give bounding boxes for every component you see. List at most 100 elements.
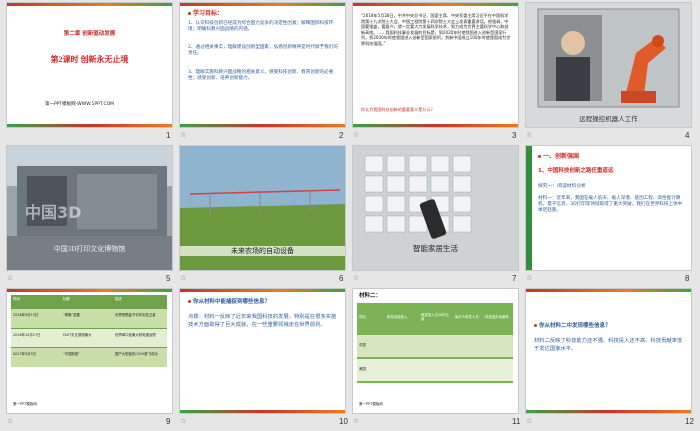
slide-number: 3: [512, 131, 517, 140]
bullet-icon: [534, 324, 537, 327]
table-cell: 中国: [359, 343, 366, 347]
slide-number: 5: [166, 274, 171, 283]
section-heading: 一、创新强国: [538, 154, 579, 160]
question-text-content: 你从材料中能捕捉到哪些信息？: [193, 299, 271, 305]
table-row: 中国: [357, 335, 513, 357]
explore-item: 探究一：阅读材料分析: [538, 184, 586, 189]
table-cell: 世界首颗量子科学实验卫星: [115, 313, 156, 317]
slide-number: 12: [685, 417, 694, 426]
material-paragraph: “2018年5月28日，中共中央总书记、国家主席、中央军委主席习近平在中国科学院…: [361, 13, 511, 46]
table-row: 2016年10月17日 FAST天文观测最大 世界单口径最大射电望远镜: [11, 329, 167, 347]
svg-text:中国3D: 中国3D: [25, 203, 81, 222]
decor-stripe: [180, 124, 345, 127]
star-icon: ☆: [180, 274, 187, 282]
table-cell: 美国: [359, 367, 366, 371]
slide-number: 4: [685, 131, 690, 140]
star-icon: ☆: [353, 417, 360, 425]
table-cell: “中国制造”: [63, 352, 81, 356]
site-footer: 第一PPT模板网: [359, 402, 383, 406]
slide-number: 9: [166, 417, 171, 426]
star-icon: ☆: [526, 417, 533, 425]
chapter-title: 第二章 创新驱动发展: [63, 31, 116, 37]
answer-text: 材料二反映了科技能力还不强、科技投入还不高、科技贡献率低于发达国家水平。: [534, 338, 683, 352]
decor-stripe: [7, 124, 172, 127]
table-row: 美国: [357, 359, 513, 381]
slide-number: 6: [339, 274, 344, 283]
answer-text: 点拨：材料一反映了近年来我国科技的发展，特别是在很多实施技术方面取得了巨大成就，…: [188, 314, 337, 328]
table-cell: 世界单口径最大射电望远镜: [115, 333, 156, 337]
slide-thumbnail-10[interactable]: 你从材料中能捕捉到哪些信息？ 点拨：材料一反映了近年来我国科技的发展，特别是在很…: [180, 289, 345, 413]
objective-item-2: 2、通过相关事实，理解建设创新型国家，弘扬创新精神是时代赋予我们的责任。: [188, 45, 338, 56]
table-header: 研发经费投入: [387, 315, 408, 319]
decor-stripe: [180, 410, 345, 413]
data-table: 时间 标题 描述 2016年9月15日 “嫦娥”重要 世界首颗量子科学实验卫星 …: [11, 295, 167, 367]
slide-number: 11: [512, 417, 521, 426]
decor-bar: [526, 146, 532, 270]
slide-thumbnail-8[interactable]: 一、创新强国 1、中国科技创新之路任重道远 探究一：阅读材料分析 材料一：近年来…: [526, 146, 691, 270]
bullet-icon: [538, 155, 541, 158]
data-table: 项目 研发经费投入 研发投入占GDP比重 每万人研发人员 科技进步贡献率 中国 …: [357, 303, 513, 383]
star-icon: ☆: [180, 131, 187, 139]
site-footer: 第一PPT模板网: [13, 402, 37, 406]
material-item: 材料一：近年来，我国在载人航天、载人深潜、基因工程、高性能计算机、量子信息、3D…: [538, 196, 683, 213]
question-text: 你从材料二中发现哪些信息？: [534, 323, 611, 329]
slide-number: 10: [339, 417, 348, 426]
objectives-heading-text: 学习目标：: [193, 10, 224, 17]
table-header: 项目: [359, 315, 366, 319]
slide-caption: 远程操控机器人工作: [579, 116, 638, 123]
table-row: 2016年9月15日 “嫦娥”重要 世界首颗量子科学实验卫星: [11, 309, 167, 328]
site-footer: 第一PPT模板网-WWW.1PPT.COM: [45, 102, 115, 107]
star-icon: ☆: [353, 274, 360, 282]
slide-thumbnail-3[interactable]: “2018年5月28日，中共中央总书记、国家主席、中央军委主席习近平在中国科学院…: [353, 3, 518, 127]
table-cell: FAST天文观测最大: [63, 333, 92, 337]
slide-thumbnail-4[interactable]: 远程操控机器人工作: [526, 3, 691, 127]
slide-number: 7: [512, 274, 517, 283]
decor-stripe: [526, 410, 691, 413]
star-icon: ☆: [180, 417, 187, 425]
decor-stripe: [7, 3, 172, 6]
decor-stripe: [180, 289, 345, 292]
table-cell: “嫦娥”重要: [63, 313, 81, 317]
question-text: 你从材料中能捕捉到哪些信息？: [188, 299, 270, 305]
bullet-icon: [188, 12, 191, 15]
objectives-heading: 学习目标：: [188, 11, 223, 17]
bullet-icon: [188, 300, 191, 303]
slide-number: 8: [685, 274, 690, 283]
slide-thumbnail-11[interactable]: 材料二： 项目 研发经费投入 研发投入占GDP比重 每万人研发人员 科技进步贡献…: [353, 289, 518, 413]
objective-item-3: 3、理解实施科教兴国战略的相关意义，感受科技创新、教育创新的必要性；感受创新、培…: [188, 70, 334, 81]
decor-stripe: [526, 289, 691, 292]
slide-thumbnail-12[interactable]: 你从材料二中发现哪些信息？ 材料二反映了科技能力还不强、科技投入还不高、科技贡献…: [526, 289, 691, 413]
table-cell: 2016年10月17日: [13, 333, 41, 337]
slide-thumbnail-9[interactable]: 时间 标题 描述 2016年9月15日 “嫦娥”重要 世界首颗量子科学实验卫星 …: [7, 289, 172, 413]
star-icon: ☆: [526, 274, 533, 282]
slide-thumbnail-6[interactable]: 未来农场的自动设备: [180, 146, 345, 270]
subsection-heading: 1、中国科技创新之路任重道远: [538, 168, 614, 174]
star-icon: ☆: [7, 417, 14, 425]
decor-stripe: [353, 3, 518, 6]
star-icon: ☆: [7, 274, 14, 282]
decor-stripe: [353, 124, 518, 127]
decor-stripe: [180, 3, 345, 6]
table-header: 时间: [13, 297, 20, 301]
slide-thumbnail-7[interactable]: 智能家居生活: [353, 146, 518, 270]
slide-thumbnail-5[interactable]: 中国3D 中国3D打印文化博物馆: [7, 146, 172, 270]
slide-caption: 未来农场的自动设备: [180, 246, 345, 256]
slide-thumbnail-2[interactable]: 学习目标： 1、认识科技创新已经成为综合国力竞争的决定性因素；解释国际科技环境；…: [180, 3, 345, 127]
slide-thumbnail-1[interactable]: 第二章 创新驱动发展 第2课时 创新永无止境 第一PPT模板网-WWW.1PPT…: [7, 3, 172, 127]
table-cell: 2016年9月15日: [13, 313, 39, 317]
slide-number: 2: [339, 131, 344, 140]
table-header: 标题: [63, 297, 70, 301]
table-header: 研发投入占GDP比重: [421, 313, 449, 321]
decor-stripe: [7, 289, 172, 292]
table-cell: 国产大型客机C919首飞成功: [115, 352, 158, 356]
slide-caption: 中国3D打印文化博物馆: [53, 245, 126, 253]
section-heading-text: 一、创新强国: [543, 153, 580, 160]
slide-caption: 智能家居生活: [413, 244, 458, 253]
table-header: 科技进步贡献率: [485, 315, 509, 319]
material-title: 材料二：: [359, 293, 382, 299]
table-row: 2017年5月5日 “中国制造” 国产大型客机C919首飞成功: [11, 348, 167, 367]
table-header: 描述: [115, 297, 122, 301]
slide-number: 1: [166, 131, 171, 140]
table-header: 每万人研发人员: [455, 315, 479, 319]
robot-photo: [526, 3, 691, 127]
